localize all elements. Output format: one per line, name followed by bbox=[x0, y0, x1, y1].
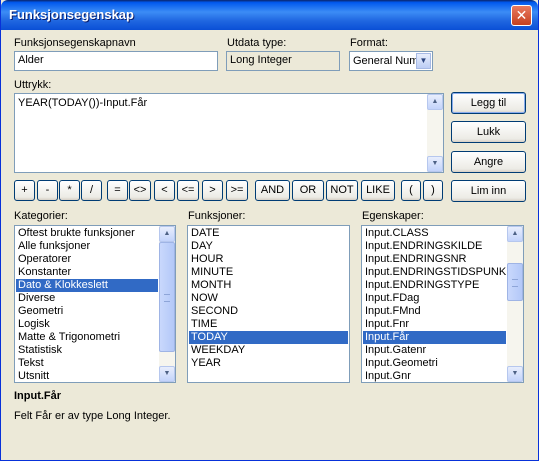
scroll-down-icon[interactable]: ▼ bbox=[507, 366, 523, 382]
scroll-down-icon[interactable]: ▼ bbox=[427, 156, 443, 172]
property-list-item[interactable]: Input.Fnr bbox=[363, 318, 506, 331]
function-list-item[interactable]: TODAY bbox=[189, 331, 348, 344]
operator-and-button[interactable]: AND bbox=[255, 180, 290, 201]
operator-not-button[interactable]: NOT bbox=[326, 180, 358, 201]
property-list-item[interactable]: Input.ENDRINGSTIDSPUNKT bbox=[363, 266, 506, 279]
function-list-item[interactable]: DAY bbox=[189, 240, 348, 253]
function-list-item[interactable]: TIME bbox=[189, 318, 348, 331]
scroll-thumb[interactable] bbox=[507, 263, 523, 301]
scroll-thumb[interactable] bbox=[159, 242, 175, 352]
format-label: Format: bbox=[350, 37, 388, 49]
category-list-item[interactable]: Konstanter bbox=[16, 266, 158, 279]
expression-label: Uttrykk: bbox=[14, 79, 52, 91]
expression-scrollbar[interactable]: ▲ ▼ bbox=[427, 94, 443, 172]
properties-scrollbar[interactable]: ▲ ▼ bbox=[507, 226, 523, 382]
category-list-item[interactable]: Dato & Klokkeslett bbox=[16, 279, 158, 292]
format-select-value: General Num bbox=[353, 55, 417, 67]
properties-items: Input.CLASS Input.ENDRINGSKILDE Input.ENDR… bbox=[363, 227, 506, 382]
close-window-button[interactable]: ✕ bbox=[511, 5, 532, 26]
functions-label: Funksjoner: bbox=[188, 210, 246, 222]
property-list-item[interactable]: Input.Gatenr bbox=[363, 344, 506, 357]
property-list-item[interactable]: Input.Får bbox=[363, 331, 506, 344]
category-list-item[interactable]: Tekst bbox=[16, 357, 158, 370]
function-list-item[interactable]: DATE bbox=[189, 227, 348, 240]
operator-divide-button[interactable]: / bbox=[81, 180, 102, 201]
operator-not-equal-button[interactable]: <> bbox=[129, 180, 151, 201]
category-list-item[interactable]: Operatorer bbox=[16, 253, 158, 266]
property-list-item[interactable]: Input.ENDRINGSKILDE bbox=[363, 240, 506, 253]
operator-multiply-button[interactable]: * bbox=[59, 180, 80, 201]
undo-button[interactable]: Angre bbox=[451, 151, 526, 173]
function-list-item[interactable]: HOUR bbox=[189, 253, 348, 266]
function-list-item[interactable]: NOW bbox=[189, 292, 348, 305]
operator-or-button[interactable]: OR bbox=[292, 180, 324, 201]
close-button[interactable]: Lukk bbox=[451, 121, 526, 143]
property-list-item[interactable]: Input.FMnd bbox=[363, 305, 506, 318]
property-list-item[interactable]: Input.Geometri bbox=[363, 357, 506, 370]
title-bar[interactable]: Funksjonsegenskap ✕ bbox=[1, 0, 538, 30]
category-list-item[interactable]: Alle funksjoner bbox=[16, 240, 158, 253]
chevron-down-icon[interactable]: ▼ bbox=[416, 53, 431, 69]
scroll-down-icon[interactable]: ▼ bbox=[159, 366, 175, 382]
category-list-item[interactable]: Utsnitt bbox=[16, 370, 158, 382]
insert-button[interactable]: Legg til bbox=[451, 92, 526, 114]
format-select[interactable]: General Num ▼ bbox=[349, 51, 433, 71]
category-list-item[interactable]: Diverse bbox=[16, 292, 158, 305]
property-list-item[interactable]: Input.ENDRINGSNR bbox=[363, 253, 506, 266]
operator-less-equal-button[interactable]: <= bbox=[177, 180, 199, 201]
window-title: Funksjonsegenskap bbox=[9, 7, 134, 22]
categories-list[interactable]: Oftest brukte funksjoner Alle funksjoner O… bbox=[14, 225, 176, 383]
function-list-item[interactable]: SECOND bbox=[189, 305, 348, 318]
function-list-item[interactable]: YEAR bbox=[189, 357, 348, 370]
operator-greater-than-button[interactable]: > bbox=[202, 180, 223, 201]
category-list-item[interactable]: Geometri bbox=[16, 305, 158, 318]
name-label: Funksjonsegenskapnavn bbox=[14, 37, 136, 49]
categories-items: Oftest brukte funksjoner Alle funksjoner O… bbox=[16, 227, 158, 382]
expression-textarea[interactable]: YEAR(TODAY())-Input.Får ▲ ▼ bbox=[14, 93, 444, 173]
function-list-item[interactable]: MINUTE bbox=[189, 266, 348, 279]
property-list-item[interactable]: Input.FDag bbox=[363, 292, 506, 305]
name-input[interactable]: Alder bbox=[14, 51, 218, 71]
paste-button[interactable]: Lim inn bbox=[451, 180, 526, 202]
output-type-label: Utdata type: bbox=[227, 37, 287, 49]
operator-like-button[interactable]: LIKE bbox=[361, 180, 395, 201]
category-list-item[interactable]: Logisk bbox=[16, 318, 158, 331]
operator-plus-button[interactable]: + bbox=[14, 180, 35, 201]
scroll-up-icon[interactable]: ▲ bbox=[159, 226, 175, 242]
operator-minus-button[interactable]: - bbox=[37, 180, 58, 201]
scroll-up-icon[interactable]: ▲ bbox=[427, 94, 443, 110]
property-list-item[interactable]: Input.ENDRINGSTYPE bbox=[363, 279, 506, 292]
property-list-item[interactable]: Input.CLASS bbox=[363, 227, 506, 240]
property-list-item[interactable]: Input.Gnr bbox=[363, 370, 506, 382]
operator-equals-button[interactable]: = bbox=[107, 180, 128, 201]
category-list-item[interactable]: Matte & Trigonometri bbox=[16, 331, 158, 344]
functions-list[interactable]: DATE DAY HOUR MINUTE MONTH NOW SECOND TIME TODAY… bbox=[187, 225, 350, 383]
categories-scrollbar[interactable]: ▲ ▼ bbox=[159, 226, 175, 382]
function-list-item[interactable]: WEEKDAY bbox=[189, 344, 348, 357]
properties-list[interactable]: Input.CLASS Input.ENDRINGSKILDE Input.ENDR… bbox=[361, 225, 524, 383]
output-type-value: Long Integer bbox=[226, 51, 340, 71]
function-list-item[interactable]: MONTH bbox=[189, 279, 348, 292]
expression-text: YEAR(TODAY())-Input.Får bbox=[18, 97, 148, 109]
description-text: Felt Får er av type Long Integer. bbox=[14, 410, 171, 422]
scroll-up-icon[interactable]: ▲ bbox=[507, 226, 523, 242]
category-list-item[interactable]: Statistisk bbox=[16, 344, 158, 357]
open-paren-button[interactable]: ( bbox=[401, 180, 421, 201]
properties-label: Egenskaper: bbox=[362, 210, 424, 222]
close-paren-button[interactable]: ) bbox=[423, 180, 443, 201]
operator-greater-equal-button[interactable]: >= bbox=[226, 180, 248, 201]
dialog-window: Funksjonsegenskap ✕ Funksjonsegenskapnav… bbox=[0, 0, 539, 461]
category-list-item[interactable]: Oftest brukte funksjoner bbox=[16, 227, 158, 240]
categories-label: Kategorier: bbox=[14, 210, 68, 222]
functions-items: DATE DAY HOUR MINUTE MONTH NOW SECOND TIME TODAY… bbox=[189, 227, 348, 370]
description-title: Input.Får bbox=[14, 390, 62, 402]
operator-less-than-button[interactable]: < bbox=[154, 180, 175, 201]
